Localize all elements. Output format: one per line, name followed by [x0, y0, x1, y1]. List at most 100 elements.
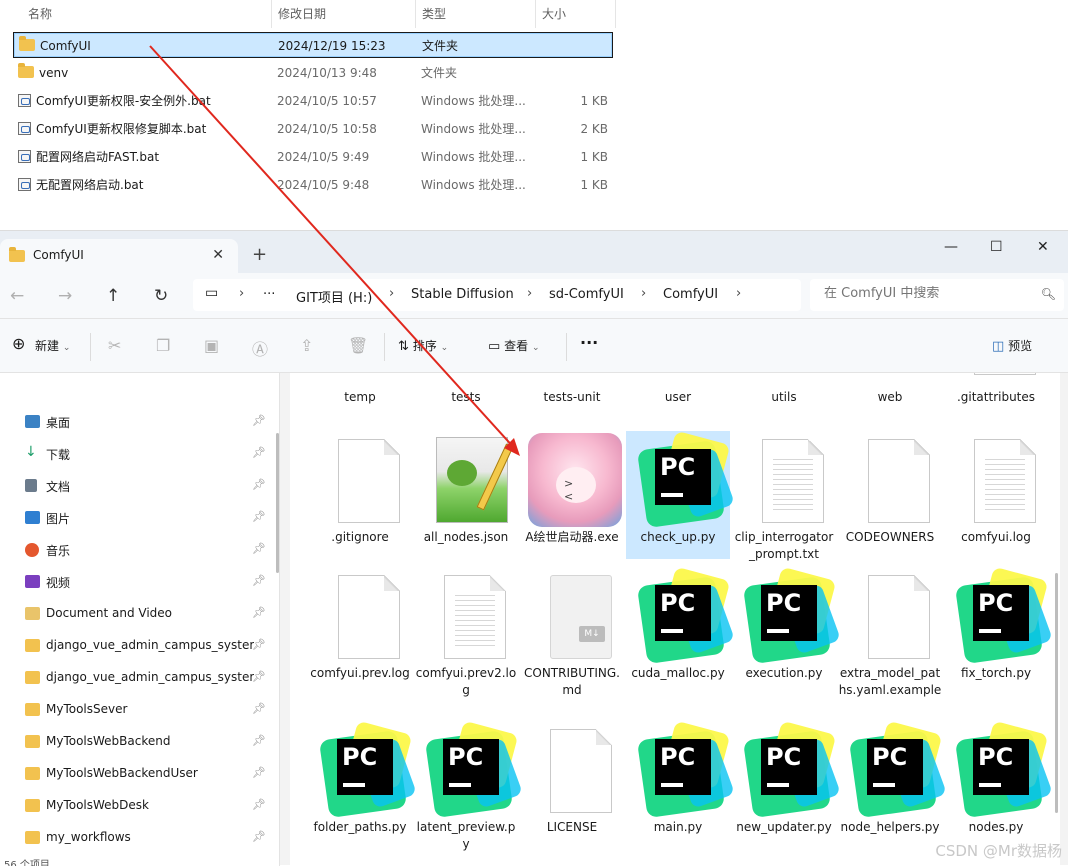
file-tile[interactable]: utils [732, 373, 836, 413]
chevron-right-icon[interactable]: › [641, 286, 646, 301]
list-row[interactable]: venv 2024/10/13 9:48 文件夹 [14, 61, 612, 85]
sidebar-item-folder[interactable]: my_workflows 📌︎ [0, 823, 276, 853]
sidebar-scrollbar[interactable] [276, 433, 279, 573]
paste-icon[interactable]: ▣ [204, 336, 219, 355]
list-row[interactable]: 配置网络启动FAST.bat 2024/10/5 9:49 Windows 批处… [14, 145, 612, 169]
file-tile[interactable]: extra_model_paths.yaml.example [838, 567, 942, 697]
file-tile[interactable]: PC nodes.py [944, 720, 1053, 849]
sidebar-item-documents[interactable]: 文档 📌︎ [0, 471, 276, 501]
sort-button[interactable]: ⇅ 排序 ⌄ [398, 337, 448, 354]
list-row[interactable]: 无配置网络启动.bat 2024/10/5 9:48 Windows 批处理..… [14, 173, 612, 197]
chevron-right-icon[interactable]: › [736, 286, 741, 301]
file-tile[interactable]: PC fix_torch.py [944, 566, 1053, 695]
pin-icon[interactable]: 📌︎ [252, 702, 266, 715]
cut-icon[interactable]: ✂ [108, 336, 121, 355]
sidebar-item-pictures[interactable]: 图片 📌︎ [0, 503, 276, 533]
pin-icon[interactable]: 📌︎ [252, 542, 266, 555]
file-tile[interactable]: .gitattributes [944, 373, 1048, 413]
chevron-right-icon[interactable]: › [239, 286, 244, 301]
close-tab-icon[interactable]: ✕ [212, 247, 224, 263]
breadcrumb-drive[interactable]: GIT项目 (H:) [296, 287, 372, 306]
file-tile[interactable]: user [626, 373, 730, 413]
minimize-button[interactable]: — [944, 239, 958, 255]
breadcrumb-comfyui[interactable]: ComfyUI [663, 287, 718, 302]
search-input[interactable] [824, 286, 1024, 301]
file-tile[interactable]: PC node_helpers.py [838, 720, 947, 849]
tab-comfyui[interactable]: ComfyUI ✕ [0, 239, 238, 273]
close-window-button[interactable]: ✕ [1037, 239, 1049, 255]
sidebar-item-downloads[interactable]: ↓ 下载 📌︎ [0, 439, 276, 469]
view-button[interactable]: ▭ 查看 ⌄ [488, 337, 540, 354]
sidebar-item-folder[interactable]: django_vue_admin_campus_system_ 📌︎ [0, 631, 276, 661]
file-tile[interactable]: temp [308, 373, 412, 413]
pin-icon[interactable]: 📌︎ [252, 606, 266, 619]
file-tile[interactable]: comfyui.prev2.log [414, 567, 518, 697]
copy-icon[interactable]: ❐ [156, 336, 170, 355]
grid-scrollbar[interactable] [1055, 573, 1058, 813]
file-tile[interactable]: .gitignore [308, 431, 412, 559]
file-tile[interactable]: clip_interrogator_prompt.txt [732, 431, 836, 561]
pin-icon[interactable]: 📌︎ [252, 478, 266, 491]
pin-icon[interactable]: 📌︎ [252, 670, 266, 683]
file-tile[interactable]: >< A绘世启动器.exe [520, 431, 624, 559]
chevron-right-icon[interactable]: › [389, 286, 394, 301]
list-row[interactable]: ComfyUI更新权限修复脚本.bat 2024/10/5 10:58 Wind… [14, 117, 612, 141]
sidebar-item-folder[interactable]: MyToolsSever 📌︎ [0, 695, 276, 725]
file-tile[interactable]: comfyui.prev.log [308, 567, 412, 695]
breadcrumb-sd-comfyui[interactable]: sd-ComfyUI [549, 287, 624, 302]
column-header-size[interactable]: 大小 [534, 0, 616, 28]
file-tile[interactable]: LICENSE [520, 721, 624, 849]
maximize-button[interactable]: ☐ [990, 239, 1003, 255]
forward-button[interactable]: → [58, 286, 72, 306]
column-header-date[interactable]: 修改日期 [270, 0, 416, 28]
breadcrumb-stable-diffusion[interactable]: Stable Diffusion [411, 287, 514, 302]
sidebar-item-desktop[interactable]: 桌面 📌︎ [0, 407, 276, 437]
file-tile[interactable]: web [838, 373, 942, 413]
file-tile[interactable]: comfyui.log [944, 431, 1048, 559]
search-box[interactable]: 🔍︎ [810, 279, 1064, 311]
refresh-button[interactable]: ↻ [154, 286, 168, 306]
list-row[interactable]: ComfyUI 2024/12/19 15:23 文件夹 [13, 32, 613, 58]
sidebar-item-videos[interactable]: 视频 📌︎ [0, 567, 276, 597]
pin-icon[interactable]: 📌︎ [252, 510, 266, 523]
file-tile[interactable]: PC execution.py [732, 566, 841, 695]
file-tile[interactable]: PC cuda_malloc.py [626, 566, 735, 695]
file-tile[interactable]: tests [414, 373, 518, 413]
preview-button[interactable]: ◫ 预览 [992, 337, 1032, 354]
file-tile[interactable]: PC check_up.py [626, 430, 735, 559]
list-row[interactable]: ComfyUI更新权限-安全例外.bat 2024/10/5 10:57 Win… [14, 89, 612, 113]
pin-icon[interactable]: 📌︎ [252, 446, 266, 459]
file-tile[interactable]: PC new_updater.py [732, 720, 841, 849]
sidebar-item-music[interactable]: 音乐 📌︎ [0, 535, 276, 565]
pin-icon[interactable]: 📌︎ [252, 574, 266, 587]
file-tile[interactable]: PC latent_preview.py [414, 720, 523, 851]
file-tile[interactable]: all_nodes.json [414, 431, 518, 559]
sidebar-item-document-and-video[interactable]: Document and Video 📌︎ [0, 599, 276, 629]
pin-icon[interactable]: 📌︎ [252, 414, 266, 427]
breadcrumb-overflow[interactable]: ··· [263, 287, 275, 302]
more-options-button[interactable]: ··· [580, 333, 598, 352]
column-header-type[interactable]: 类型 [414, 0, 536, 28]
back-button[interactable]: ← [10, 286, 24, 306]
file-tile[interactable]: PC main.py [626, 720, 735, 849]
sidebar-item-folder[interactable]: django_vue_admin_campus_system_ 📌︎ [0, 663, 276, 693]
file-tile[interactable]: tests-unit [520, 373, 624, 413]
file-tile[interactable]: M↓ CONTRIBUTING.md [520, 567, 624, 697]
up-button[interactable]: ↑ [106, 286, 120, 306]
chevron-right-icon[interactable]: › [527, 286, 532, 301]
sidebar-item-folder[interactable]: MyToolsWebBackendUser 📌︎ [0, 759, 276, 789]
address-bar[interactable]: ▭ › ··· GIT项目 (H:) › Stable Diffusion › … [193, 279, 801, 311]
rename-icon[interactable]: Ⓐ [252, 336, 268, 360]
pin-icon[interactable]: 📌︎ [252, 766, 266, 779]
file-tile[interactable]: PC folder_paths.py [308, 720, 417, 849]
sidebar-item-folder[interactable]: MyToolsWebDesk 📌︎ [0, 791, 276, 821]
pin-icon[interactable]: 📌︎ [252, 830, 266, 843]
delete-icon[interactable]: 🗑︎ [348, 336, 368, 355]
file-tile[interactable]: CODEOWNERS [838, 431, 942, 559]
pin-icon[interactable]: 📌︎ [252, 638, 266, 651]
new-button[interactable]: 新建 ⌄ [35, 337, 70, 354]
pin-icon[interactable]: 📌︎ [252, 798, 266, 811]
pin-icon[interactable]: 📌︎ [252, 734, 266, 747]
share-icon[interactable]: ⇪ [300, 336, 313, 355]
sidebar-item-folder[interactable]: MyToolsWebBackend 📌︎ [0, 727, 276, 757]
